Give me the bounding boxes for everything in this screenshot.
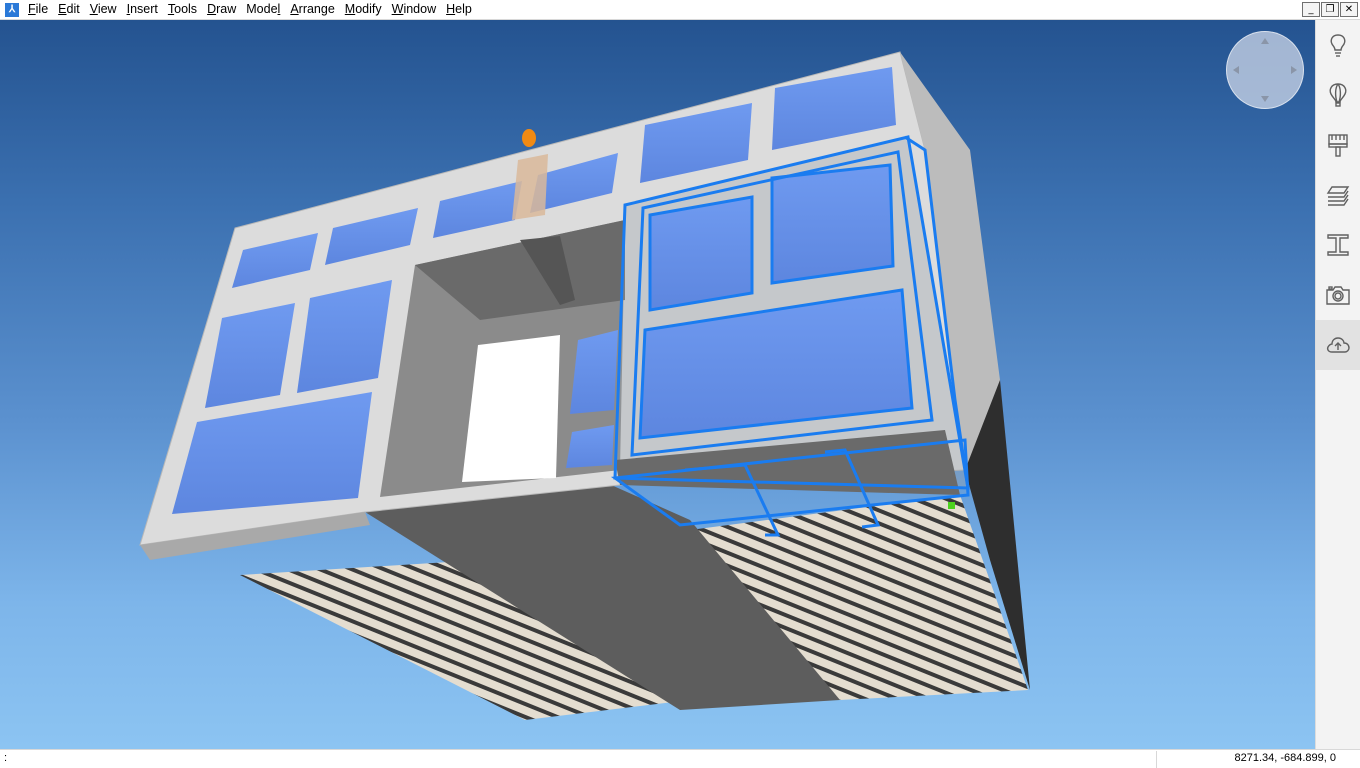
interior-door (462, 335, 560, 482)
paint-brush-icon (1328, 134, 1348, 157)
close-button[interactable]: ✕ (1340, 2, 1358, 17)
menu-bar: ⅄ File Edit View Insert Tools Draw Model Arrang… (0, 0, 1360, 20)
right-toolbar (1315, 20, 1360, 749)
lightbulb-icon (1330, 34, 1346, 57)
minimize-button[interactable]: _ (1302, 2, 1320, 17)
balloon-button[interactable] (1316, 70, 1360, 120)
status-divider (1156, 751, 1157, 768)
3d-viewport[interactable] (0, 20, 1315, 749)
app-icon[interactable]: ⅄ (5, 2, 19, 17)
view-south-arrow[interactable] (1261, 96, 1269, 102)
menu-help[interactable]: Help (441, 0, 477, 19)
menu-tools[interactable]: Tools (163, 0, 202, 19)
camera-icon (1326, 286, 1350, 305)
menu-modify[interactable]: Modify (340, 0, 387, 19)
menu-arrange[interactable]: Arrange (285, 0, 339, 19)
i-beam-icon (1327, 234, 1349, 256)
menu-draw[interactable]: Draw (202, 0, 241, 19)
paint-brush-button[interactable] (1316, 120, 1360, 170)
selected-window-module[interactable] (610, 135, 970, 537)
menu-insert[interactable]: Insert (122, 0, 163, 19)
status-bar: : 8271.34, -684.899, 0 (0, 749, 1360, 768)
camera-button[interactable] (1316, 270, 1360, 320)
lightbulb-button[interactable] (1316, 20, 1360, 70)
menu-window[interactable]: Window (387, 0, 441, 19)
menu-file[interactable]: File (23, 0, 53, 19)
coordinate-readout: 8271.34, -684.899, 0 (1234, 752, 1336, 764)
view-west-arrow[interactable] (1233, 66, 1239, 74)
layers-icon (1326, 186, 1350, 206)
view-north-arrow[interactable] (1261, 38, 1269, 44)
i-beam-button[interactable] (1316, 220, 1360, 270)
view-cube[interactable] (1226, 31, 1304, 109)
command-prompt[interactable]: : (4, 752, 7, 764)
menu-view[interactable]: View (85, 0, 122, 19)
layers-button[interactable] (1316, 170, 1360, 220)
menu-model[interactable]: Model (241, 0, 285, 19)
person-figure (512, 129, 548, 220)
window-controls: _ ❐ ✕ (1302, 0, 1360, 19)
restore-button[interactable]: ❐ (1321, 2, 1339, 17)
view-east-arrow[interactable] (1291, 66, 1297, 74)
cloud-upload-button[interactable] (1316, 320, 1360, 370)
menu-edit[interactable]: Edit (53, 0, 85, 19)
cloud-upload-icon (1326, 337, 1350, 353)
building-model[interactable] (0, 20, 1315, 749)
balloon-icon (1329, 83, 1347, 107)
menu-items: File Edit View Insert Tools Draw Model Arrange M… (23, 0, 477, 19)
